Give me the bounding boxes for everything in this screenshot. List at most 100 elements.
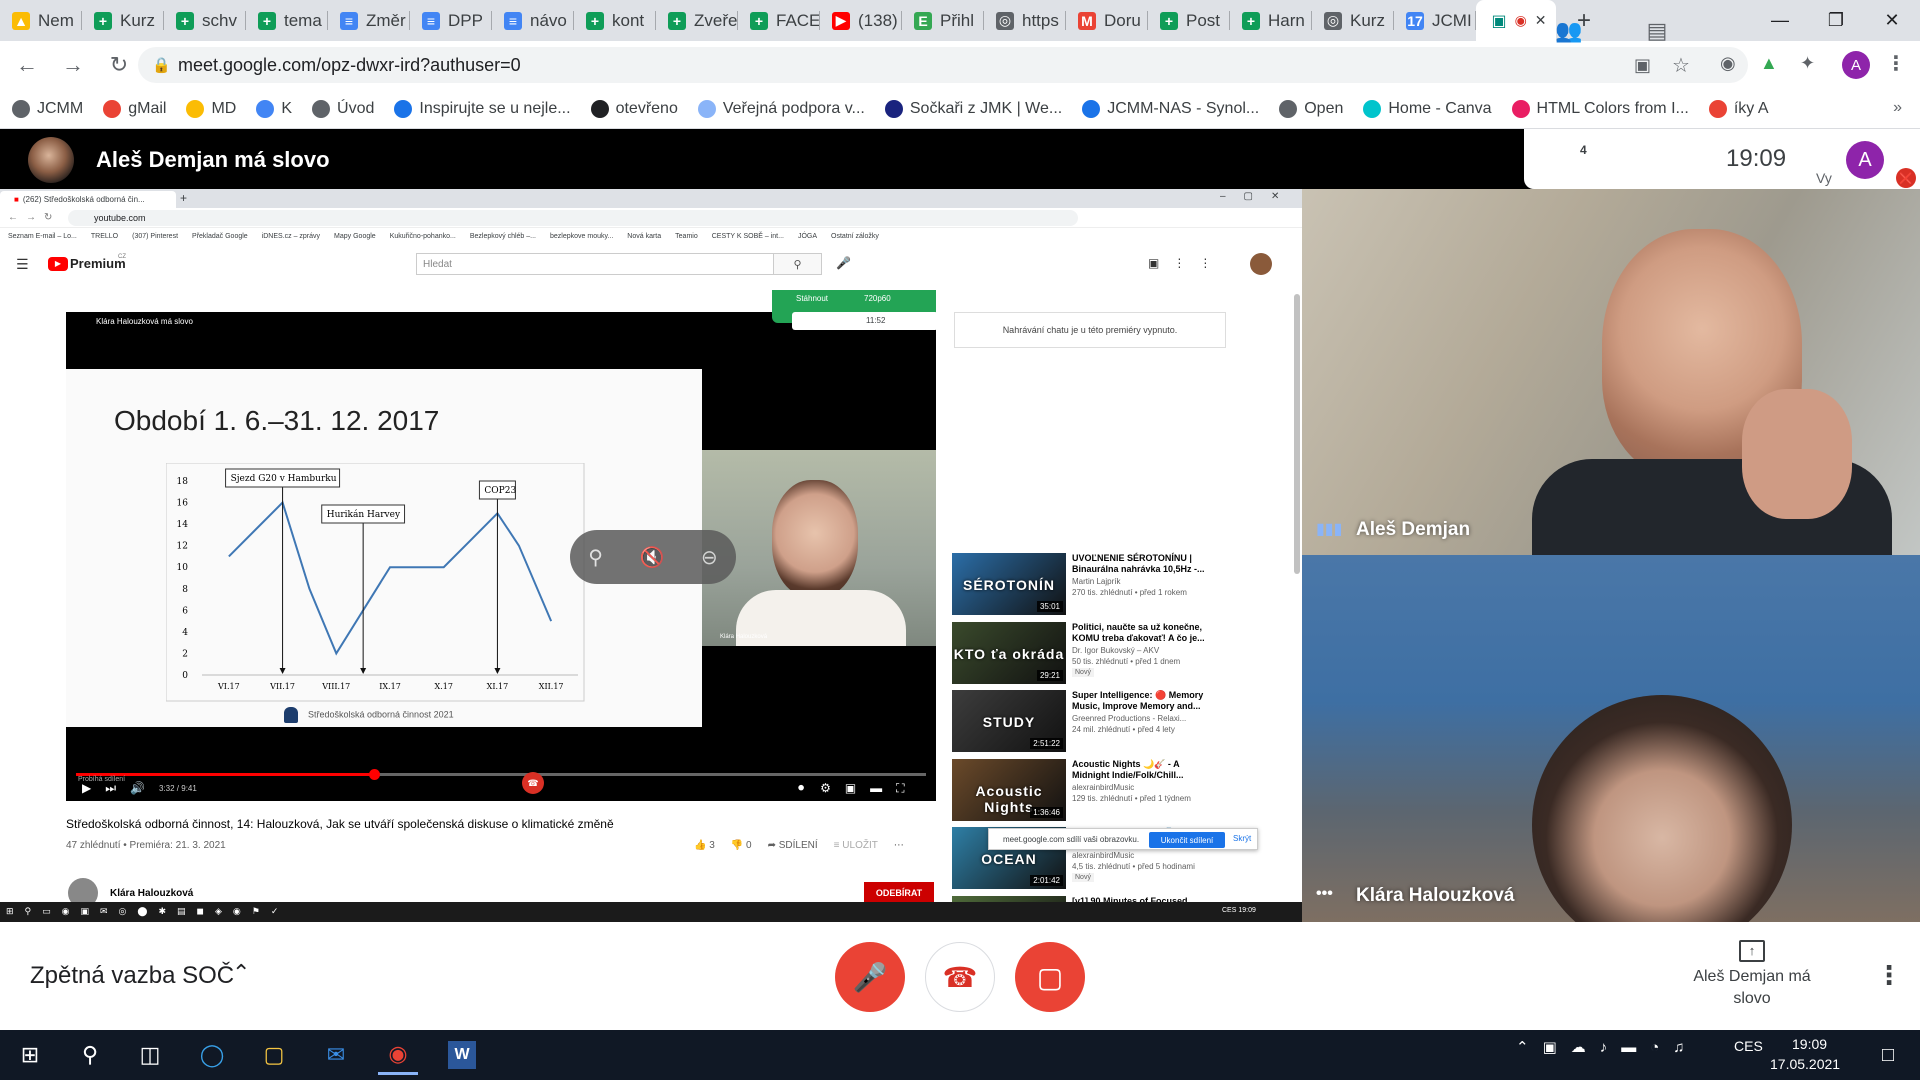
bookmark-label: Home - Canva <box>1388 99 1492 117</box>
more-bookmarks-icon[interactable]: » <box>1893 99 1902 117</box>
screenshot-icon[interactable]: ◉ <box>1720 53 1736 74</box>
browser-tab[interactable]: + schv <box>164 0 246 41</box>
autoplay-toggle-icon: ⚫ <box>796 781 807 795</box>
input-language[interactable]: CES <box>1734 1038 1763 1054</box>
address-text: meet.google.com/opz-dwxr-ird?authuser=0 <box>178 54 521 75</box>
bookmark-label: Sočkaři z JMK | We... <box>909 99 1063 117</box>
bookmark-item[interactable]: JCMM <box>12 99 83 118</box>
back-icon[interactable]: ← <box>8 46 46 84</box>
mail-icon[interactable]: ✉ <box>316 1035 356 1075</box>
minimize-button[interactable]: — <box>1752 0 1808 41</box>
bookmark-item[interactable]: Sočkaři z JMK | We... <box>884 99 1063 118</box>
browser-tab[interactable]: ≡ Změr <box>328 0 410 41</box>
bookmark-item[interactable]: HTML Colors from I... <box>1511 99 1689 118</box>
annotation-label: Sjezd G20 v Hamburku <box>231 474 337 484</box>
share-icon: ➦ <box>767 840 776 851</box>
chrome-icon[interactable]: ◉ <box>378 1035 418 1075</box>
leave-call-button[interactable]: ☎ <box>925 942 995 1012</box>
browser-tab[interactable]: + Harn <box>1230 0 1312 41</box>
recommendation-title: Super Intelligence: 🔴 Memory Music, Impr… <box>1072 690 1204 711</box>
annotation-arrowhead <box>494 668 501 674</box>
mic-muted-button[interactable]: 🎤 <box>835 942 905 1012</box>
inner-bookmarks-bar: Seznam E-mail – Lo... TRELLO (307) Pintere… <box>0 228 1302 244</box>
close-tab-icon[interactable]: ✕ <box>1535 12 1547 29</box>
bookmark-item[interactable]: Veřejná podpora v... <box>697 99 865 118</box>
bookmark-item[interactable]: Inspirujte se u nejle... <box>394 99 571 118</box>
browser-tab[interactable]: + Kurz <box>82 0 164 41</box>
word-icon[interactable]: W <box>448 1041 476 1069</box>
start-icon[interactable]: ⊞ <box>10 1035 50 1075</box>
browser-tab[interactable]: + Post <box>1148 0 1230 41</box>
bookmark-item[interactable]: íky A <box>1708 99 1769 118</box>
maximize-button[interactable]: ❐ <box>1808 0 1864 41</box>
browser-menu-icon[interactable]: ⋮ <box>1886 51 1906 76</box>
meeting-name[interactable]: Zpětná vazba SOČ <box>30 962 234 990</box>
bookmark-item[interactable]: gMail <box>103 99 166 118</box>
x-tick-label: IX.17 <box>379 682 401 691</box>
chevron-up-icon[interactable]: ⌃ <box>232 960 250 986</box>
edge-icon[interactable]: ◯ <box>192 1035 232 1075</box>
series-line <box>228 500 553 656</box>
bookmark-label: Veřejná podpora v... <box>722 99 865 117</box>
drive-extension-icon[interactable]: ▲ <box>1760 53 1778 74</box>
slide-footer: Středoškolská odborná činnost 2021 <box>284 707 454 723</box>
tile-controls-popup: ⚲ 🔇 ⊖ <box>570 530 736 584</box>
notifications-icon[interactable]: □ <box>1868 1035 1908 1075</box>
bookmark-item[interactable]: otevřeno <box>590 99 678 118</box>
y-tick-label: 18 <box>177 477 189 487</box>
star-icon[interactable]: ☆ <box>1672 53 1690 78</box>
search-icon[interactable]: ⚲ <box>70 1035 110 1075</box>
bookmark-item[interactable]: Open <box>1279 99 1343 118</box>
browser-tab[interactable]: ▲ Nem <box>0 0 82 41</box>
task-view-icon[interactable]: ◫ <box>130 1035 170 1075</box>
bookmark-item[interactable]: MD <box>186 99 236 118</box>
address-bar[interactable]: 🔒 meet.google.com/opz-dwxr-ird?authuser=… <box>138 47 1748 83</box>
browser-tab[interactable]: M Doru <box>1066 0 1148 41</box>
x-tick-label: X.17 <box>435 682 453 691</box>
recommendation-views: 24 mil. zhlédnutí • před 4 lety <box>1072 725 1175 734</box>
recommendation-thumbnail: SÉROTONÍN 35:01 <box>952 553 1066 615</box>
browser-tab[interactable]: ≡ DPP <box>410 0 492 41</box>
browser-tab[interactable]: + kont <box>574 0 656 41</box>
browser-tab[interactable]: 17 JCMI <box>1394 0 1476 41</box>
chat-notice: Nahrávání chatu je u této premiéry vypnu… <box>954 312 1226 348</box>
taskbar-date[interactable]: 17.05.2021 <box>1770 1056 1840 1072</box>
reload-icon[interactable]: ↻ <box>100 46 138 84</box>
inner-new-tab-icon: + <box>180 191 188 205</box>
close-window-button[interactable]: ✕ <box>1864 0 1920 41</box>
browser-tab[interactable]: + FACE <box>738 0 820 41</box>
self-label: Vy <box>1816 170 1832 186</box>
recommendation-item: SÉROTONÍN 35:01 UVOĽNENIE SÉROTONÍNU | Bin… <box>952 553 1292 615</box>
recommendation-thumbnail: KTO ťa okráda 29:21 <box>952 621 1066 684</box>
browser-tab[interactable]: + Zveře <box>656 0 738 41</box>
more-options-button[interactable]: ⋮ <box>1876 960 1902 991</box>
participant-tile-klara[interactable]: ••• Klára Halouzková <box>1302 555 1920 922</box>
browser-tab-label: (138) <box>858 10 898 30</box>
participant-tile-ales[interactable]: ▮▮▮ Aleš Demjan <box>1302 189 1920 555</box>
recommendation-thumbnail: Acoustic Nights 1:36:46 <box>952 758 1066 821</box>
camera-off-button[interactable]: ▢ <box>1015 942 1085 1012</box>
chat-icon[interactable]: ▤ <box>1640 18 1674 44</box>
file-explorer-icon[interactable]: ▢ <box>254 1035 294 1075</box>
thumbnail-text: OCEAN <box>981 851 1037 867</box>
present-now-button[interactable]: ↑ Aleš Demjan má slovo <box>1690 940 1814 1010</box>
extensions-icon[interactable]: ✦ <box>1800 53 1815 74</box>
people-icon[interactable]: 👥 <box>1552 18 1586 44</box>
active-tab-meet[interactable]: ▣ ◉ ✕ <box>1476 0 1556 41</box>
taskbar-time[interactable]: 19:09 <box>1792 1036 1827 1052</box>
bookmark-item[interactable]: Úvod <box>312 99 374 118</box>
bookmark-item[interactable]: Home - Canva <box>1363 99 1492 118</box>
browser-tab[interactable]: + tema <box>246 0 328 41</box>
browser-tab[interactable]: E Přihl <box>902 0 984 41</box>
browser-tab[interactable]: ▶ (138) <box>820 0 902 41</box>
browser-tab[interactable]: ≡ návo <box>492 0 574 41</box>
bookmark-item[interactable]: K <box>256 99 292 118</box>
share-notice-text: meet.google.com sdílí vaši obrazovku. <box>1003 835 1140 844</box>
forward-icon[interactable]: → <box>54 46 92 84</box>
profile-avatar[interactable]: A <box>1842 51 1870 79</box>
bookmark-item[interactable]: JCMM-NAS - Synol... <box>1082 99 1259 118</box>
browser-tab[interactable]: ◎ https <box>984 0 1066 41</box>
recommendation-item: KTO ťa okráda 29:21 Politici, naučte sa už… <box>952 621 1292 684</box>
camera-icon[interactable]: ▣ <box>1634 55 1651 76</box>
browser-tab[interactable]: ◎ Kurz <box>1312 0 1394 41</box>
